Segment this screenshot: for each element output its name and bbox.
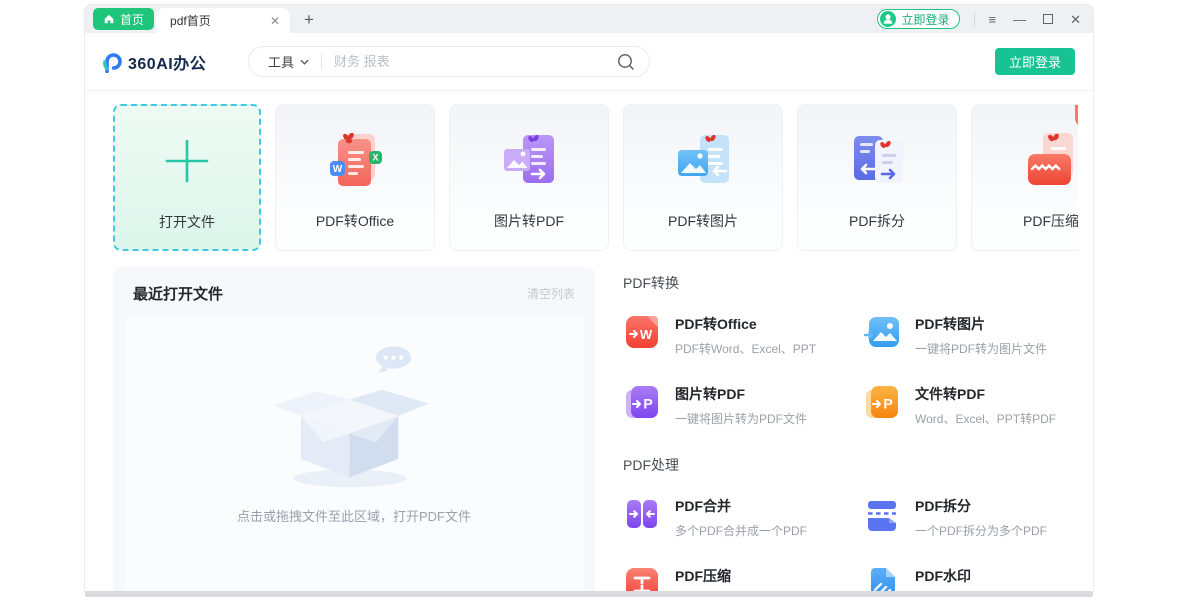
- tool-pdf-merge[interactable]: PDF合并 多个PDF合并成一个PDF: [623, 495, 863, 539]
- plus-icon: [165, 139, 209, 183]
- merge-purple-icon: [623, 495, 661, 533]
- search-category-label: 工具: [268, 55, 295, 70]
- tool-desc: 一键将PDF转为图片文件: [915, 342, 1048, 356]
- titlebar-right: 立即登录 ≡ — ✕: [877, 5, 1081, 33]
- svg-text:P: P: [643, 396, 652, 412]
- tool-title: 文件转PDF: [915, 386, 985, 402]
- tool-title: PDF压缩: [675, 568, 731, 584]
- logo-text: 360AI办公: [128, 56, 207, 73]
- app-screenshot: 首页 pdf首页 ✕ + 立即登录 ≡ — ✕ 360AI办公 工具 财务 报表…: [0, 0, 1200, 600]
- tool-desc: PDF转Word、Excel、PPT: [675, 342, 817, 356]
- user-icon: [880, 11, 897, 27]
- tool-desc: 多个PDF合并成一个PDF: [675, 524, 808, 538]
- file-drop-zone[interactable]: 点击或拖拽文件至此区域，打开PDF文件: [125, 316, 583, 591]
- recent-files-header: 最近打开文件 清空列表: [113, 267, 595, 316]
- svg-text:W: W: [333, 164, 343, 175]
- card-label: PDF压缩: [1023, 213, 1078, 229]
- svg-text:W: W: [640, 327, 653, 342]
- pdf-split-card[interactable]: PDF拆分: [797, 104, 957, 251]
- login-button[interactable]: 立即登录: [995, 48, 1075, 75]
- pdf-compress-icon: [1028, 133, 1073, 185]
- window-bottom-edge: [85, 591, 1093, 597]
- tool-pdf-watermark[interactable]: PDF水印: [863, 565, 1078, 591]
- minimize-icon[interactable]: —: [1013, 13, 1026, 26]
- section-title-process: PDF处理: [623, 457, 679, 473]
- tool-file-to-pdf[interactable]: P 文件转PDF Word、Excel、PPT转PDF: [863, 383, 1078, 427]
- recent-files-title: 最近打开文件: [133, 286, 224, 303]
- pdf-to-office-card[interactable]: W X PDF转Office: [275, 104, 435, 251]
- search-bar[interactable]: 工具: [248, 46, 650, 77]
- card-label: 图片转PDF: [494, 213, 564, 229]
- tool-pdf-to-image[interactable]: PDF转图片 一键将PDF转为图片文件: [863, 313, 1078, 357]
- home-icon: [104, 14, 114, 24]
- tab-label: pdf首页: [170, 14, 211, 28]
- svg-text:X: X: [372, 153, 378, 163]
- p-orange-icon: P: [863, 383, 901, 421]
- quick-action-cards: 打开文件 W X PDF转Office 图片转PDF PDF转图片 PDF拆分 …: [113, 104, 1078, 254]
- card-label: PDF转Office: [315, 213, 395, 229]
- tab-pdf-home[interactable]: pdf首页 ✕: [156, 8, 291, 33]
- drop-zone-hint: 点击或拖拽文件至此区域，打开PDF文件: [236, 509, 471, 524]
- image-blue-icon: [863, 313, 901, 351]
- image-to-pdf-card[interactable]: 图片转PDF: [449, 104, 609, 251]
- tool-desc: 一个PDF拆分为多个PDF: [915, 524, 1048, 538]
- pdf-split-icon: [854, 136, 903, 183]
- convert-tools-grid: W PDF转Office PDF转Word、Excel、PPT PDF转图片 一…: [623, 313, 1078, 427]
- new-tab-icon[interactable]: +: [304, 11, 314, 28]
- tool-pdf-compress[interactable]: PDF压缩: [623, 565, 863, 591]
- app-logo: 360AI办公: [100, 50, 206, 74]
- tool-title: PDF合并: [675, 498, 731, 514]
- word-red-icon: W: [623, 313, 661, 351]
- tool-title: PDF转图片: [915, 316, 985, 332]
- watermark-blue-icon: [863, 565, 901, 591]
- open-file-card[interactable]: 打开文件: [113, 104, 261, 251]
- tool-title: PDF水印: [915, 568, 971, 584]
- card-label: 打开文件: [159, 214, 215, 230]
- titlebar-login-label: 立即登录: [901, 12, 950, 27]
- image-to-pdf-icon: [504, 134, 554, 183]
- divider: [321, 54, 323, 69]
- tool-desc: Word、Excel、PPT转PDF: [915, 412, 1057, 426]
- tool-desc: 一键将图片转为PDF文件: [675, 412, 808, 426]
- tool-title: PDF拆分: [915, 498, 971, 514]
- close-window-icon[interactable]: ✕: [1070, 13, 1081, 26]
- pdf-to-office-icon: W X: [330, 132, 382, 186]
- split-blue-icon: [863, 495, 901, 533]
- window-controls: ≡ — ✕: [989, 13, 1082, 26]
- compress-red-icon: [623, 565, 661, 591]
- recent-files-panel: 最近打开文件 清空列表 点击或拖拽文件至此区域，打开PDF文件: [113, 267, 595, 591]
- app-header: 360AI办公 工具 立即登录: [85, 33, 1093, 91]
- tab-bar: 首页 pdf首页 ✕ + 立即登录 ≡ — ✕: [85, 5, 1093, 33]
- search-category-dropdown[interactable]: 工具: [268, 52, 309, 71]
- close-icon[interactable]: ✕: [270, 15, 280, 27]
- clear-list-button[interactable]: 清空列表: [527, 285, 575, 302]
- tool-pdf-to-office[interactable]: W PDF转Office PDF转Word、Excel、PPT: [623, 313, 863, 357]
- tab-home[interactable]: 首页: [93, 8, 155, 30]
- svg-text:P: P: [883, 396, 892, 412]
- maximize-icon[interactable]: [1043, 14, 1054, 24]
- empty-box-illustration: [272, 346, 429, 488]
- tool-image-to-pdf[interactable]: P 图片转PDF 一键将图片转为PDF文件: [623, 383, 863, 427]
- section-title-convert: PDF转换: [623, 275, 679, 291]
- card-label: PDF拆分: [849, 213, 905, 229]
- card-label: PDF转图片: [668, 213, 738, 229]
- search-icon[interactable]: [617, 53, 635, 71]
- logo-icon: [103, 53, 122, 73]
- tool-title: 图片转PDF: [675, 386, 745, 402]
- app-window: 首页 pdf首页 ✕ + 立即登录 ≡ — ✕ 360AI办公 工具 财务 报表…: [85, 5, 1093, 591]
- divider: [973, 12, 975, 26]
- pdf-compress-card[interactable]: 新功能 PDF压缩: [971, 104, 1078, 251]
- search-input[interactable]: [334, 54, 617, 69]
- tool-title: PDF转Office: [675, 316, 757, 332]
- pdf-to-image-icon: [678, 134, 729, 183]
- chevron-down-icon: [300, 59, 309, 65]
- titlebar-login-button[interactable]: 立即登录: [877, 9, 960, 29]
- p-purple-icon: P: [623, 383, 661, 421]
- menu-icon[interactable]: ≡: [989, 13, 997, 26]
- tab-home-label: 首页: [120, 12, 145, 27]
- pdf-to-image-card[interactable]: PDF转图片: [623, 104, 783, 251]
- process-tools-grid: PDF合并 多个PDF合并成一个PDF PDF拆分 一个PDF拆分为多个PDF …: [623, 495, 1078, 591]
- tools-panel: PDF转换 W PDF转Office PDF转Word、Excel、PPT PD…: [608, 267, 1078, 591]
- tool-pdf-split[interactable]: PDF拆分 一个PDF拆分为多个PDF: [863, 495, 1078, 539]
